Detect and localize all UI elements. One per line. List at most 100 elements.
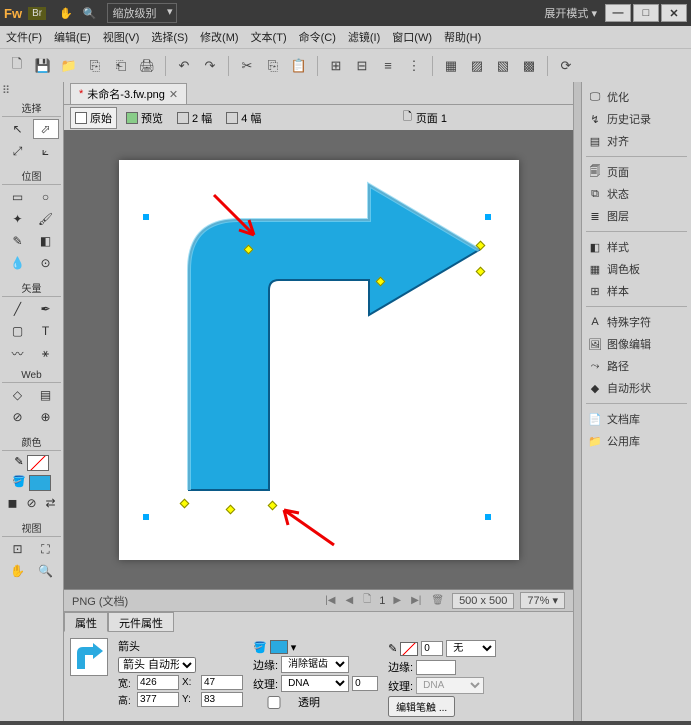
stamp-tool[interactable]: ⊙ [33, 253, 59, 273]
stroke-edge-input[interactable] [416, 660, 456, 675]
menu-text[interactable]: 文本(T) [251, 29, 287, 45]
props-tab[interactable]: 属性 [64, 612, 108, 632]
menu-window[interactable]: 窗口(W) [392, 29, 432, 45]
default-colors[interactable]: ◼ [4, 493, 21, 513]
align-icon[interactable]: ≡ [377, 55, 399, 77]
menu-filter[interactable]: 滤镜(I) [348, 29, 380, 45]
pencil-tool[interactable]: ✎ [5, 231, 31, 251]
width-input[interactable] [137, 675, 179, 690]
rotate-icon[interactable]: ⟳ [555, 55, 577, 77]
panel-swatches[interactable]: ▦调色板 [584, 258, 689, 280]
pointer-tool[interactable]: ↖ [5, 119, 31, 139]
view-4up[interactable]: 4 幅 [221, 107, 266, 129]
transparent-checkbox[interactable] [253, 696, 295, 709]
save-icon[interactable]: 💾 [32, 55, 54, 77]
last-page-icon[interactable]: ▶| [409, 595, 423, 606]
zoom-icon[interactable]: 🔍 [83, 7, 97, 20]
document-tab[interactable]: * 未命名-3.fw.png ✕ [70, 83, 187, 104]
eraser-tool[interactable]: ◧ [33, 231, 59, 251]
panel-history[interactable]: ↯历史记录 [584, 108, 689, 130]
next-page-icon[interactable]: ▶ [391, 595, 403, 606]
texture-select[interactable]: DNA [281, 675, 349, 692]
slice-tool[interactable]: ▤ [33, 385, 59, 405]
zoom-level-select[interactable]: 缩放级别▾ [107, 3, 177, 23]
brush-tool[interactable]: 🖌 [33, 209, 59, 229]
rect-tool[interactable]: ▢ [5, 321, 31, 341]
fill-swatch[interactable] [270, 640, 288, 654]
panel-samples[interactable]: ⊞样本 [584, 280, 689, 302]
group-icon[interactable]: ⊞ [325, 55, 347, 77]
normal-view[interactable]: ⊡ [5, 539, 31, 559]
prev-page-icon[interactable]: ◀ [343, 595, 355, 606]
stroke-color[interactable] [27, 455, 49, 471]
scale-tool[interactable]: ⤢ [5, 141, 31, 161]
stroke-pencil-icon[interactable]: ✎ [388, 642, 397, 655]
view-original[interactable]: 原始 [70, 107, 117, 129]
panel-optimize[interactable]: 🖵优化 [584, 86, 689, 108]
page-indicator-icon[interactable]: 🗋 [403, 108, 412, 127]
edge-select[interactable]: 消除锯齿 [281, 656, 349, 673]
menu-file[interactable]: 文件(F) [6, 29, 42, 45]
shape-type-select[interactable]: 箭头 自动形 [118, 657, 196, 673]
panel-path[interactable]: ⤳路径 [584, 355, 689, 377]
menu-view[interactable]: 视图(V) [103, 29, 140, 45]
minimize-button[interactable]: — [605, 4, 631, 22]
forward-icon[interactable]: ▨ [466, 55, 488, 77]
zoom-percent[interactable]: 77% ▾ [520, 592, 565, 609]
print-icon[interactable]: 🖨 [136, 55, 158, 77]
page-indicator[interactable]: 页面 1 [416, 110, 447, 126]
lasso-tool[interactable]: ○ [33, 187, 59, 207]
full-view[interactable]: ⛶ [33, 539, 59, 559]
symbol-props-tab[interactable]: 元件属性 [108, 612, 174, 632]
no-color[interactable]: ⊘ [23, 493, 40, 513]
import-icon[interactable]: ⎘ [84, 55, 106, 77]
fill-type-icon[interactable]: ▾ [291, 641, 297, 654]
y-input[interactable] [201, 692, 243, 707]
front-icon[interactable]: ▦ [440, 55, 462, 77]
panel-collapse[interactable] [573, 82, 581, 721]
show-tool[interactable]: ⊕ [33, 407, 59, 427]
maximize-button[interactable]: □ [633, 4, 659, 22]
backward-icon[interactable]: ▧ [492, 55, 514, 77]
stroke-type[interactable]: 无 [446, 640, 496, 657]
canvas-area[interactable] [64, 130, 573, 589]
freeform-tool[interactable]: 〰 [5, 343, 31, 363]
fill-bucket-icon[interactable]: 🪣 [253, 641, 267, 654]
distribute-icon[interactable]: ⋮ [403, 55, 425, 77]
panel-autoshape[interactable]: ◆自动形状 [584, 377, 689, 399]
line-tool[interactable]: ╱ [5, 299, 31, 319]
hand-icon[interactable]: ✋ [59, 7, 73, 20]
selection-handle[interactable] [485, 214, 491, 220]
marquee-tool[interactable]: ▭ [5, 187, 31, 207]
tab-close-icon[interactable]: ✕ [169, 88, 178, 101]
crop-tool[interactable]: ⟀ [33, 141, 59, 161]
new-icon[interactable]: 🗋 [6, 55, 28, 77]
menu-help[interactable]: 帮助(H) [444, 29, 481, 45]
panel-pages[interactable]: 🗐页面 [584, 161, 689, 183]
menu-edit[interactable]: 编辑(E) [54, 29, 91, 45]
first-page-icon[interactable]: |◀ [323, 595, 337, 606]
panel-special[interactable]: A特殊字符 [584, 311, 689, 333]
blur-tool[interactable]: 💧 [5, 253, 31, 273]
knife-tool[interactable]: ⚹ [33, 343, 59, 363]
new-page-icon[interactable]: 🗋 [361, 592, 373, 609]
texture-pct[interactable] [352, 676, 378, 691]
stroke-texture[interactable]: DNA [416, 677, 484, 694]
hand-tool[interactable]: ✋ [5, 561, 31, 581]
menu-select[interactable]: 选择(S) [151, 29, 188, 45]
view-preview[interactable]: 预览 [121, 107, 168, 129]
arrow-shape[interactable] [149, 180, 489, 540]
cut-icon[interactable]: ✂ [236, 55, 258, 77]
stroke-swatch[interactable] [400, 642, 418, 656]
swap-colors[interactable]: ⇄ [42, 493, 59, 513]
redo-icon[interactable]: ↷ [199, 55, 221, 77]
ungroup-icon[interactable]: ⊟ [351, 55, 373, 77]
layout-mode[interactable]: 展开模式 ▾ [544, 5, 597, 21]
pen-tool[interactable]: ✒ [33, 299, 59, 319]
panel-align[interactable]: ▤对齐 [584, 130, 689, 152]
delete-page-icon[interactable]: 🗑 [429, 595, 446, 606]
paste-icon[interactable]: 📋 [288, 55, 310, 77]
selection-handle[interactable] [143, 514, 149, 520]
height-input[interactable] [137, 692, 179, 707]
text-tool[interactable]: T [33, 321, 59, 341]
